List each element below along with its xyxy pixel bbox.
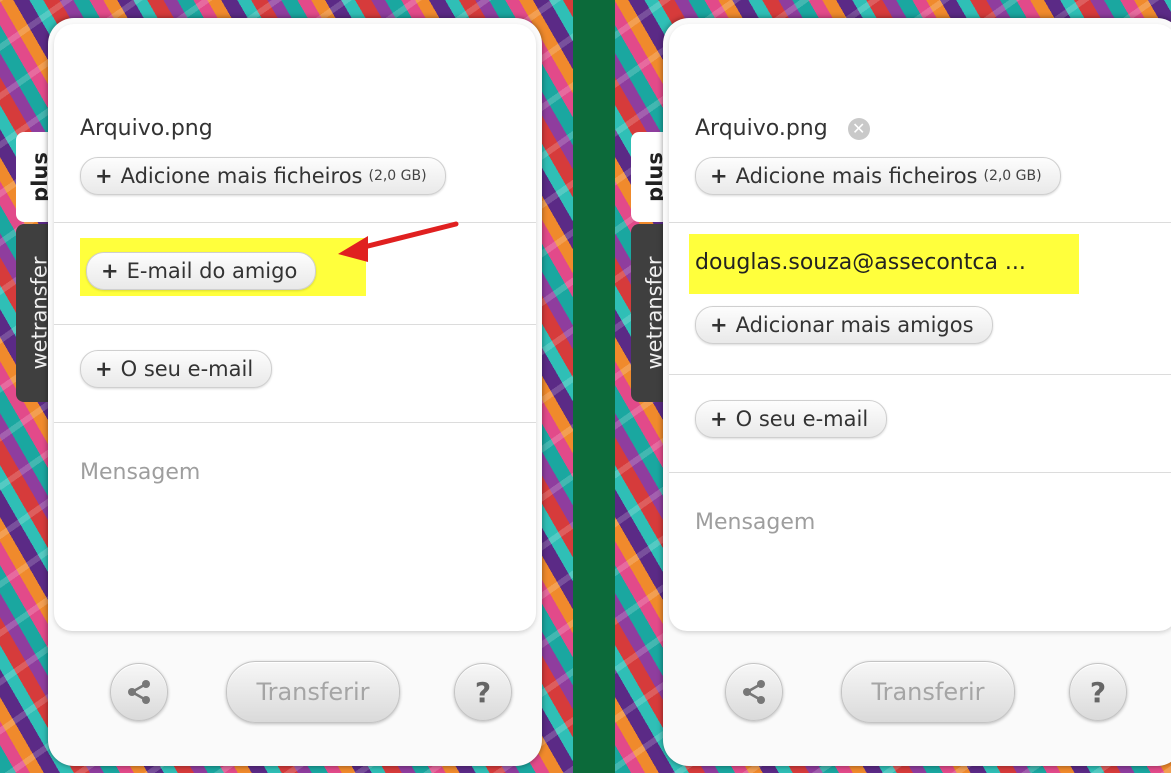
help-button[interactable]: ? — [1069, 663, 1127, 721]
share-button[interactable] — [110, 663, 168, 721]
transfer-card: Arquivo.png ✕ + Adicione mais ficheiros (… — [663, 18, 1171, 766]
your-email-button[interactable]: + O seu e-mail — [80, 350, 273, 388]
your-email-section: + O seu e-mail — [669, 374, 1171, 473]
add-files-button[interactable]: + Adicione mais ficheiros (2,0 GB) — [80, 157, 446, 195]
share-icon — [743, 680, 765, 704]
add-files-button[interactable]: + Adicione mais ficheiros (2,0 GB) — [695, 157, 1061, 195]
left-panel: plus wetransfer Arquivo.png + Adicione m… — [0, 0, 573, 773]
files-section: Arquivo.png + Adicione mais ficheiros (2… — [54, 24, 536, 223]
remove-file-icon[interactable]: ✕ — [847, 118, 870, 140]
red-arrow-icon — [338, 221, 459, 262]
files-section: Arquivo.png ✕ + Adicione mais ficheiros (… — [669, 24, 1171, 223]
friend-email-section: douglas.souza@assecontca ... + Adicionar… — [669, 222, 1171, 375]
right-panel: plus wetransfer Arquivo.png ✕ + Adicione … — [615, 0, 1171, 773]
plus-icon: + — [710, 407, 728, 431]
friend-email-button[interactable]: + E-mail do amigo — [86, 252, 317, 290]
message-field[interactable]: Mensagem — [80, 460, 200, 485]
friend-email-label: E-mail do amigo — [126, 259, 298, 283]
recipient-email[interactable]: douglas.souza@assecontca ... — [695, 250, 1026, 275]
plus-icon: + — [710, 313, 728, 337]
friend-email-section: + E-mail do amigo — [54, 221, 536, 325]
transfer-button[interactable]: Transferir — [226, 661, 400, 723]
file-size-limit: (2,0 GB) — [368, 168, 427, 184]
transfer-card: Arquivo.png + Adicione mais ficheiros (2… — [48, 18, 542, 766]
your-email-label: O seu e-mail — [735, 407, 869, 431]
share-icon — [128, 680, 150, 704]
file-name: Arquivo.png — [695, 116, 828, 141]
your-email-section: + O seu e-mail — [54, 324, 536, 423]
your-email-button[interactable]: + O seu e-mail — [695, 400, 888, 438]
transfer-button[interactable]: Transferir — [841, 661, 1015, 723]
add-files-label: Adicione mais ficheiros — [120, 164, 363, 188]
plus-icon: + — [101, 259, 119, 283]
add-files-label: Adicione mais ficheiros — [735, 164, 978, 188]
form-area: Arquivo.png + Adicione mais ficheiros (2… — [54, 24, 536, 631]
plus-icon: + — [95, 164, 113, 188]
help-button[interactable]: ? — [454, 663, 512, 721]
plus-icon: + — [95, 357, 113, 381]
add-more-friends-label: Adicionar mais amigos — [735, 313, 974, 337]
form-area: Arquivo.png ✕ + Adicione mais ficheiros (… — [669, 24, 1171, 631]
your-email-label: O seu e-mail — [120, 357, 254, 381]
message-field[interactable]: Mensagem — [695, 510, 815, 535]
share-button[interactable] — [725, 663, 783, 721]
file-size-limit: (2,0 GB) — [983, 168, 1042, 184]
add-more-friends-button[interactable]: + Adicionar mais amigos — [695, 306, 993, 344]
file-name: Arquivo.png — [80, 116, 213, 141]
plus-icon: + — [710, 164, 728, 188]
